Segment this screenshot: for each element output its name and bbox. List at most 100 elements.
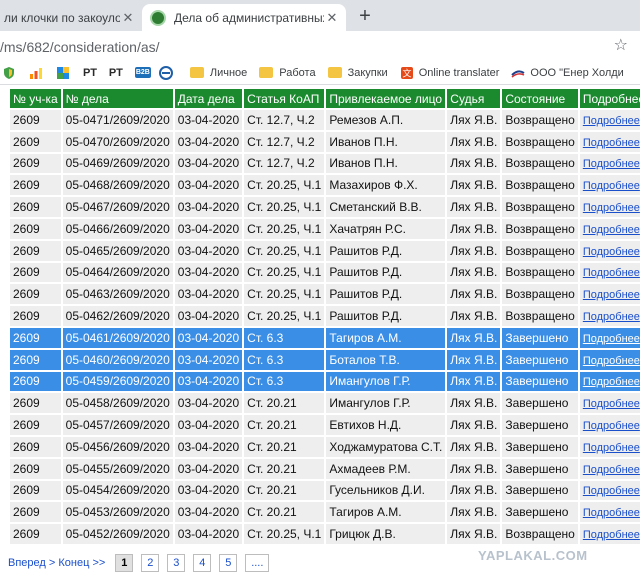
details-link[interactable]: Подробнее <box>583 267 640 279</box>
article-cell: Ст. 20.21 <box>244 458 325 479</box>
details-link[interactable]: Подробнее <box>583 485 640 497</box>
case-date-cell: 03-04-2020 <box>174 524 243 544</box>
folder-icon <box>327 67 342 78</box>
bookmark-icon-only[interactable] <box>56 66 75 80</box>
judge-cell: Лях Я.В. <box>447 327 501 348</box>
status-cell: Завершено <box>502 349 578 370</box>
pager-forward-link[interactable]: Вперед > Конец >> <box>8 557 105 569</box>
details-cell: Подробнее <box>579 110 640 130</box>
bookmark-rt[interactable]: РТ <box>83 67 97 79</box>
case-date-cell: 03-04-2020 <box>174 175 243 196</box>
plot-number-cell: 2609 <box>10 153 61 174</box>
case-number-cell: 05-0456/2609/2020 <box>62 436 173 457</box>
bookmark-icon-only[interactable] <box>29 66 48 80</box>
plot-number-cell: 2609 <box>10 110 61 130</box>
judge-cell: Лях Я.В. <box>447 524 501 544</box>
bookmark-translater[interactable]: 文 Online translater <box>400 66 499 80</box>
details-link[interactable]: Подробнее <box>583 464 640 476</box>
article-cell: Ст. 20.25, Ч.1 <box>244 240 325 261</box>
case-date-cell: 03-04-2020 <box>174 153 243 174</box>
person-cell: Иванов П.Н. <box>326 131 446 152</box>
close-icon[interactable]: ✕ <box>120 10 136 26</box>
details-cell: Подробнее <box>579 327 640 348</box>
page-5-button[interactable]: 5 <box>219 554 238 572</box>
case-date-cell: 03-04-2020 <box>174 131 243 152</box>
pager-separator: > <box>48 557 56 569</box>
table-row: 2609 05-0464/2609/2020 03-04-2020 Ст. 20.25… <box>10 262 640 283</box>
bookmark-rt[interactable]: РТ <box>109 67 123 79</box>
details-link[interactable]: Подробнее <box>583 507 640 519</box>
status-cell: Завершено <box>502 415 578 435</box>
case-number-cell: 05-0466/2609/2020 <box>62 218 173 239</box>
tab-active[interactable]: Дела об административных пра ✕ <box>142 4 346 31</box>
details-link[interactable]: Подробнее <box>583 442 640 454</box>
bookmark-company[interactable]: ООО "Енер Холди <box>511 66 624 80</box>
bookmark-star-icon[interactable]: ☆ <box>614 35 628 55</box>
details-link[interactable]: Подробнее <box>583 224 640 236</box>
details-link[interactable]: Подробнее <box>583 180 640 192</box>
person-cell: Имангулов Г.Р. <box>326 393 446 414</box>
status-cell: Завершено <box>502 436 578 457</box>
bookmark-folder-work[interactable]: Работа <box>259 67 316 79</box>
case-number-cell: 05-0465/2609/2020 <box>62 240 173 261</box>
person-cell: Тагиров А.М. <box>326 327 446 348</box>
details-link[interactable]: Подробнее <box>583 355 640 367</box>
plot-number-cell: 2609 <box>10 284 61 305</box>
new-tab-icon[interactable]: + <box>352 5 378 27</box>
judge-cell: Лях Я.В. <box>447 197 501 217</box>
status-cell: Возвращено <box>502 240 578 261</box>
person-cell: Рашитов Р.Д. <box>326 306 446 326</box>
pager-end-label: Конец >> <box>58 557 106 569</box>
details-link[interactable]: Подробнее <box>583 420 640 432</box>
folder-icon <box>259 67 274 78</box>
article-cell: Ст. 12.7, Ч.2 <box>244 110 325 130</box>
case-number-cell: 05-0458/2609/2020 <box>62 393 173 414</box>
address-bar[interactable]: /ms/682/consideration/as/ <box>0 34 640 59</box>
plot-number-cell: 2609 <box>10 175 61 196</box>
table-row: 2609 05-0453/2609/2020 03-04-2020 Ст. 20.21… <box>10 502 640 523</box>
tab-inactive[interactable]: ли клочки по закоулочка ✕ <box>0 4 142 31</box>
status-cell: Возвращено <box>502 175 578 196</box>
bookmark-icon-only[interactable] <box>158 65 178 80</box>
bookmark-icon-only[interactable] <box>2 66 21 80</box>
article-cell: Ст. 20.21 <box>244 393 325 414</box>
page-3-button[interactable]: 3 <box>167 554 186 572</box>
details-link[interactable]: Подробнее <box>583 137 640 149</box>
bookmark-folder-purchases[interactable]: Закупки <box>327 67 388 79</box>
case-date-cell: 03-04-2020 <box>174 197 243 217</box>
bookmark-folder-personal[interactable]: Личное <box>189 67 247 79</box>
page-4-button[interactable]: 4 <box>193 554 212 572</box>
table-row: 2609 05-0466/2609/2020 03-04-2020 Ст. 20.25… <box>10 218 640 239</box>
swirl-logo-icon <box>158 65 173 80</box>
page-2-button[interactable]: 2 <box>141 554 160 572</box>
judge-cell: Лях Я.В. <box>447 110 501 130</box>
article-cell: Ст. 20.25, Ч.1 <box>244 197 325 217</box>
details-cell: Подробнее <box>579 458 640 479</box>
table-row: 2609 05-0461/2609/2020 03-04-2020 Ст. 6.3 Та… <box>10 327 640 348</box>
judge-cell: Лях Я.В. <box>447 240 501 261</box>
plot-number-cell: 2609 <box>10 240 61 261</box>
bookmark-b2b[interactable]: B2B <box>134 67 151 78</box>
judge-cell: Лях Я.В. <box>447 436 501 457</box>
details-cell: Подробнее <box>579 393 640 414</box>
details-link[interactable]: Подробнее <box>583 246 640 258</box>
judge-cell: Лях Я.В. <box>447 131 501 152</box>
details-link[interactable]: Подробнее <box>583 333 640 345</box>
details-link[interactable]: Подробнее <box>583 311 640 323</box>
close-icon[interactable]: ✕ <box>324 10 340 26</box>
details-link[interactable]: Подробнее <box>583 398 640 410</box>
page-1-button[interactable]: 1 <box>115 554 134 572</box>
table-row: 2609 05-0459/2609/2020 03-04-2020 Ст. 6.3 Им… <box>10 371 640 392</box>
case-date-cell: 03-04-2020 <box>174 262 243 283</box>
person-cell: Грицюк Д.В. <box>326 524 446 544</box>
details-link[interactable]: Подробнее <box>583 376 640 388</box>
details-link[interactable]: Подробнее <box>583 115 640 127</box>
details-link[interactable]: Подробнее <box>583 158 640 170</box>
status-cell: Возвращено <box>502 218 578 239</box>
details-link[interactable]: Подробнее <box>583 529 640 541</box>
header-person: Привлекаемое лицо <box>326 89 446 108</box>
page-more-button[interactable]: .... <box>245 554 270 572</box>
details-link[interactable]: Подробнее <box>583 202 640 214</box>
details-link[interactable]: Подробнее <box>583 289 640 301</box>
company-icon <box>511 69 525 78</box>
